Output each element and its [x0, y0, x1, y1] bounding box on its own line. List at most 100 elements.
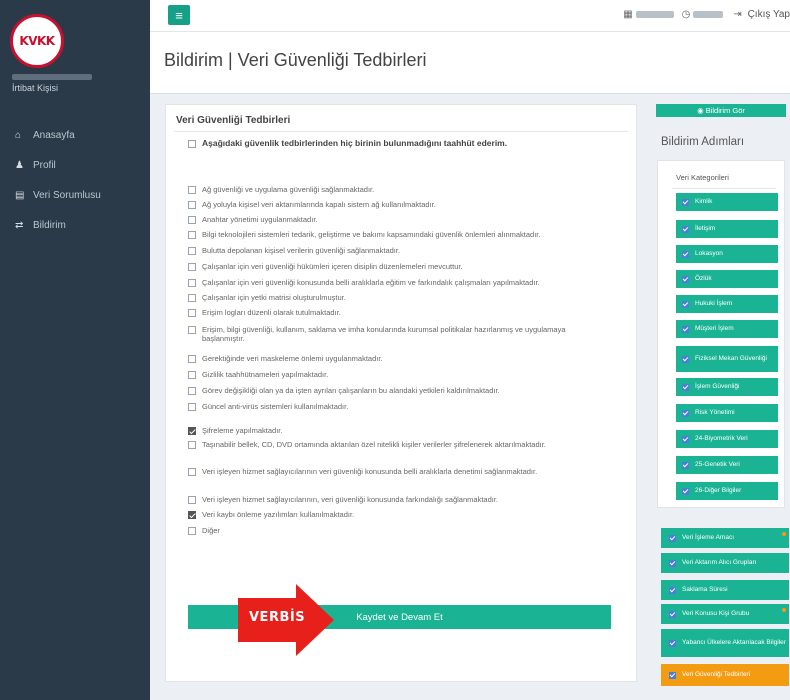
measure-item: Erişim, bilgi güvenliği, kullanım, sakla… [188, 325, 598, 343]
measure-checkbox[interactable] [188, 293, 196, 302]
measure-item: Diğer [188, 526, 598, 535]
category-label: İşlem Güvenliği [695, 383, 740, 390]
measure-label: Çalışanlar için yetki matrisi oluşturulm… [202, 293, 346, 302]
measure-item: Gerektiğinde veri maskeleme önlemi uygul… [188, 354, 598, 363]
building-icon: ▤ [15, 189, 25, 201]
measure-label: Bulutta depolanan kişisel verilerin güve… [202, 246, 401, 255]
measure-item: Bilgi teknolojileri sistemleri tedarik, … [188, 230, 598, 239]
category-label: 24-Biyometrik Veri [695, 435, 748, 442]
logout-link[interactable]: ⇥ Çıkış Yap [733, 9, 790, 20]
measure-label: Ağ yoluyla kişisel veri aktarımlarında k… [202, 200, 436, 209]
step-label: Veri Konusu Kişi Grubu [682, 610, 750, 617]
sidebar-item-label: Profil [33, 159, 56, 171]
measure-checkbox[interactable] [188, 495, 196, 504]
sidebar-menu: ⌂ Anasayfa ♟ Profil ▤ Veri Sorumlusu ⇄ B… [0, 120, 150, 240]
step-label: Yabancı Ülkelere Aktarılacak Bilgiler [682, 639, 786, 646]
sidebar: KVKK İrtibat Kişisi ⌂ Anasayfa ♟ Profil … [0, 0, 150, 700]
category-item[interactable]: 25-Genetik Veri [676, 456, 778, 474]
measure-checkbox[interactable] [188, 278, 196, 287]
measure-label: Çalışanlar için veri güvenliği konusunda… [202, 278, 540, 287]
check-icon [682, 275, 689, 283]
category-item[interactable]: Lokasyon [676, 245, 778, 263]
measure-checkbox[interactable] [188, 354, 196, 363]
divider [672, 188, 776, 189]
category-item[interactable]: İletişim [676, 220, 778, 238]
sidebar-item-profil[interactable]: ♟ Profil [0, 150, 150, 180]
step-item[interactable]: Saklama Süresi [661, 580, 789, 600]
menu-toggle-button[interactable]: ≡ [168, 5, 190, 25]
category-label: 26-Diğer Bilgiler [695, 487, 742, 494]
measure-item: Çalışanlar için yetki matrisi oluşturulm… [188, 293, 598, 302]
logout-icon: ⇥ [733, 9, 742, 20]
measure-checkbox[interactable] [188, 200, 196, 209]
category-item[interactable]: Müşteri İşlem [676, 320, 778, 338]
measure-checkbox[interactable] [188, 386, 196, 395]
category-label: 25-Genetik Veri [695, 461, 740, 468]
measure-checkbox[interactable] [188, 426, 196, 435]
measure-label: Güncel anti-virüs sistemleri kullanılmak… [202, 402, 349, 411]
top-bar: ≡ ▦ ◷ ⇥ Çıkış Yap [150, 0, 790, 32]
measure-checkbox[interactable] [188, 325, 196, 334]
measure-checkbox[interactable] [188, 467, 196, 476]
category-item[interactable]: Kimlik [676, 193, 778, 211]
measure-checkbox[interactable] [188, 440, 196, 449]
measure-label: Taşınabilir bellek, CD, DVD ortamında ak… [202, 440, 546, 449]
category-item[interactable]: Risk Yönetimi [676, 404, 778, 422]
user-name-redacted [12, 74, 92, 80]
sidebar-item-veri-sorumlusu[interactable]: ▤ Veri Sorumlusu [0, 180, 150, 210]
no-measure-checkbox[interactable] [188, 139, 196, 148]
divider [174, 131, 628, 132]
category-label: Özlük [695, 275, 712, 282]
check-icon [682, 461, 689, 469]
card-title: Veri Güvenliği Tedbirleri [176, 115, 291, 126]
page-header: Bildirim | Veri Güvenliği Tedbirleri [150, 32, 790, 94]
measure-label: Veri işleyen hizmet sağlayıcılarının, ve… [202, 495, 498, 504]
hamburger-icon: ≡ [175, 7, 183, 23]
category-item[interactable]: İşlem Güvenliği [676, 378, 778, 396]
check-icon [669, 671, 676, 679]
category-item[interactable]: 26-Diğer Bilgiler [676, 482, 778, 500]
measure-checkbox[interactable] [188, 308, 196, 317]
measure-checkbox[interactable] [188, 230, 196, 239]
user-icon: ♟ [15, 159, 24, 171]
measure-label: Diğer [202, 526, 220, 535]
measure-item: Anahtar yönetimi uygulanmaktadır. [188, 215, 598, 224]
show-notification-button[interactable]: ◉ Bildirim Gör [656, 104, 786, 117]
measure-checkbox[interactable] [188, 246, 196, 255]
measure-checkbox[interactable] [188, 215, 196, 224]
measure-checkbox[interactable] [188, 185, 196, 194]
category-item[interactable]: Özlük [676, 270, 778, 288]
check-icon [682, 225, 689, 233]
sidebar-item-anasayfa[interactable]: ⌂ Anasayfa [0, 120, 150, 150]
step-label: Veri Güvenliği Tedbirleri [682, 671, 751, 678]
step-item[interactable]: Veri Aktarım Alıcı Grupları [661, 553, 789, 573]
measure-item: Veri işleyen hizmet sağlayıcılarının, ve… [188, 495, 598, 504]
category-item[interactable]: Hukuki İşlem [676, 295, 778, 313]
step-label: Veri İşleme Amacı [682, 534, 735, 541]
measure-label: Ağ güvenliği ve uygulama güvenliği sağla… [202, 185, 375, 194]
check-icon [682, 355, 689, 363]
date-redacted [635, 11, 674, 18]
sidebar-item-bildirim[interactable]: ⇄ Bildirim [0, 210, 150, 240]
measure-label: Erişim, bilgi güvenliği, kullanım, sakla… [202, 325, 566, 343]
measure-item: Gizlilik taahhütnameleri yapılmaktadır. [188, 370, 598, 379]
measure-checkbox[interactable] [188, 370, 196, 379]
measure-checkbox[interactable] [188, 262, 196, 271]
category-item[interactable]: 24-Biyometrik Veri [676, 430, 778, 448]
step-item[interactable]: Veri İşleme Amacı [661, 528, 789, 548]
measure-checkbox[interactable] [188, 526, 196, 535]
measure-checkbox[interactable] [188, 402, 196, 411]
no-measure-label: Aşağıdaki güvenlik tedbirlerinden hiç bi… [202, 138, 508, 148]
step-item[interactable]: Yabancı Ülkelere Aktarılacak Bilgiler [661, 629, 789, 657]
step-item[interactable]: Veri Güvenliği Tedbirleri [661, 664, 789, 686]
category-label: İletişim [695, 225, 716, 232]
categories-title: Veri Kategorileri [676, 173, 729, 182]
category-item[interactable]: Fiziksel Mekan Güvenliği [676, 346, 778, 372]
check-icon [682, 435, 689, 443]
measure-checkbox[interactable] [188, 510, 196, 519]
notification-icon: ⇄ [15, 219, 24, 231]
step-item[interactable]: Veri Konusu Kişi Grubu [661, 604, 789, 624]
step-label: Saklama Süresi [682, 586, 728, 593]
user-role: İrtibat Kişisi [12, 83, 59, 93]
measure-item: Güncel anti-virüs sistemleri kullanılmak… [188, 402, 598, 411]
